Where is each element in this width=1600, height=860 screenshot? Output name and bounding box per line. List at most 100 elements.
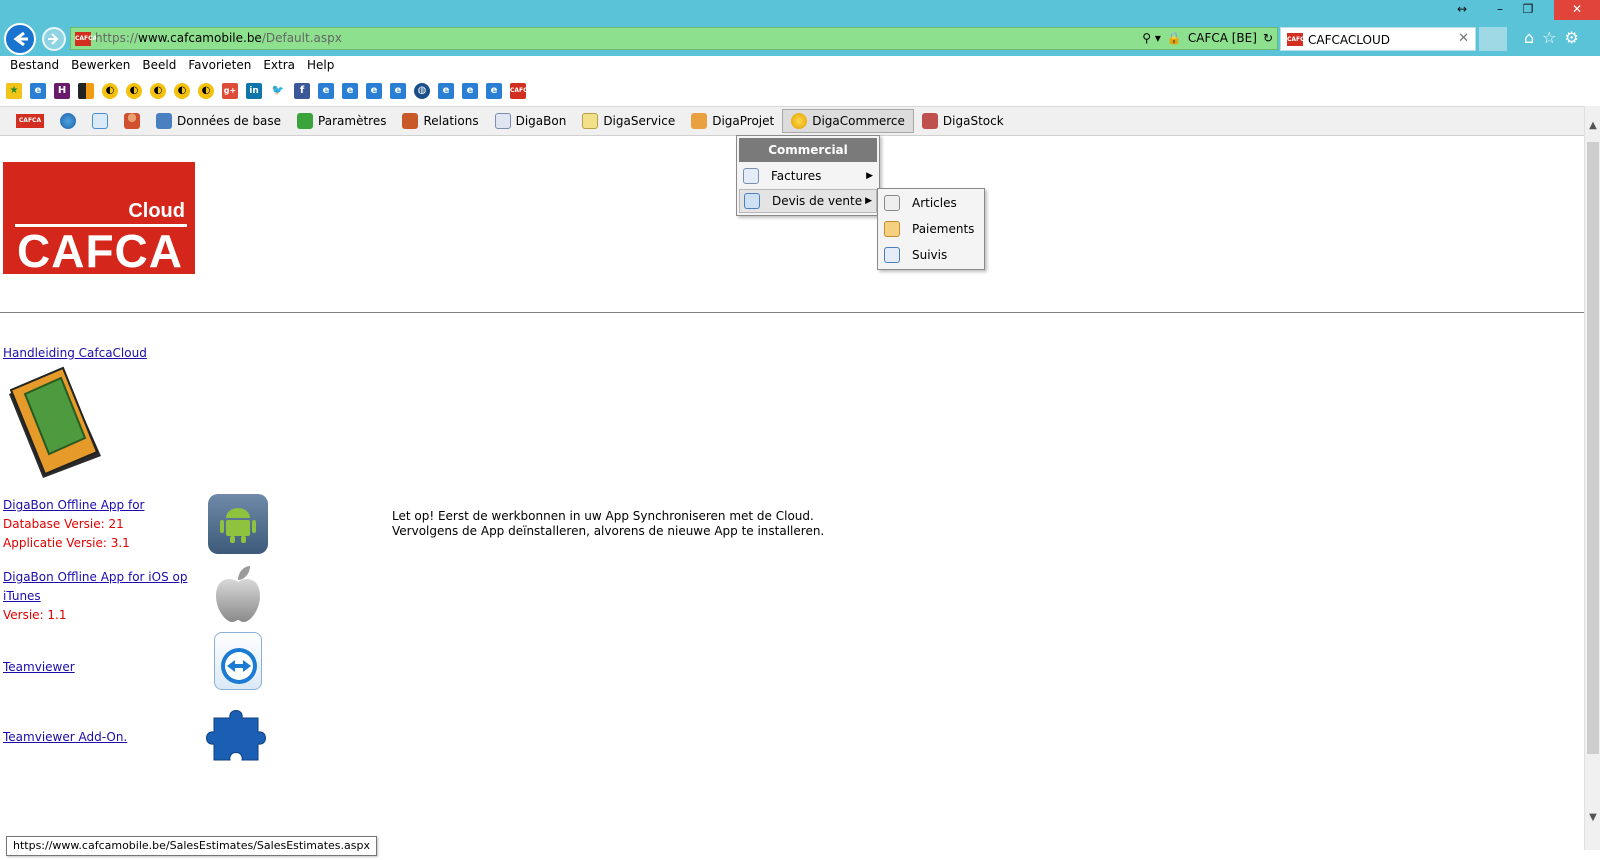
resize-icon[interactable]: ↔ [1448, 0, 1476, 20]
devis-submenu: Articles Paiements Suivis [877, 188, 985, 270]
scroll-up-icon[interactable]: ▲ [1585, 118, 1600, 134]
lock-icon: 🔒 [1166, 31, 1182, 45]
android-app-link[interactable]: DigaBon Offline App for [3, 498, 144, 512]
teamviewer-link[interactable]: Teamviewer [3, 660, 75, 674]
sync-icon [92, 113, 108, 129]
document-icon [494, 113, 511, 129]
menu-digaprojet[interactable]: DigaProjet [683, 109, 782, 133]
ios-app-link[interactable]: DigaBon Offline App for iOS op [3, 570, 187, 584]
scroll-down-icon[interactable]: ▼ [1585, 810, 1600, 826]
ie-page-icon[interactable]: e [366, 83, 382, 99]
refresh-icon[interactable]: ↻ [1263, 31, 1273, 45]
menu-item-devis-de-vente[interactable]: Devis de vente ▶ [739, 189, 877, 213]
browser-menubar: Bestand Bewerken Beeld Favorieten Extra … [0, 56, 1600, 78]
vertical-scrollbar[interactable]: ▲ ▼ [1584, 106, 1600, 850]
globe-button[interactable] [52, 109, 84, 133]
speed-icon[interactable]: ◐ [174, 83, 190, 99]
dropdown-header: Commercial [739, 138, 877, 162]
menu-parametres[interactable]: Paramètres [289, 109, 394, 133]
apple-icon[interactable] [212, 564, 264, 624]
star-icon[interactable]: ☆ [1542, 28, 1556, 47]
checklist-icon [884, 247, 900, 263]
speed-icon[interactable]: ◐ [126, 83, 142, 99]
address-bar[interactable]: CAFCA https://www.cafcamobile.be/Default… [70, 27, 1278, 50]
ie-page-icon[interactable]: e [318, 83, 334, 99]
chevron-right-icon: ▶ [865, 196, 872, 206]
close-button[interactable]: ✕ [1554, 0, 1600, 20]
menu-item-label: Paiements [912, 222, 975, 236]
ie-page-icon[interactable]: e [390, 83, 406, 99]
teamviewer-icon[interactable] [214, 632, 262, 690]
globe-icon[interactable]: ◍ [414, 83, 430, 99]
menu-bestand[interactable]: Bestand [4, 56, 65, 78]
logo-name-text: CAFCA [17, 225, 183, 277]
scroll-thumb[interactable] [1587, 142, 1599, 754]
menu-donnees-de-base[interactable]: Données de base [148, 109, 289, 133]
h-icon[interactable]: H [54, 83, 70, 99]
cafca-fav-icon[interactable]: CAFCA [510, 83, 532, 99]
minimize-button[interactable]: – [1486, 0, 1514, 20]
android-icon[interactable] [208, 494, 268, 554]
search-icon[interactable]: ⚲ ▾ [1142, 31, 1161, 45]
ie-page-icon[interactable]: e [438, 83, 454, 99]
notice-line-2: Vervolgens de App deïnstalleren, alvoren… [392, 524, 825, 538]
book-icon[interactable] [3, 366, 103, 478]
back-button[interactable] [4, 23, 36, 55]
notice-line-1: Let op! Eerst de werkbonnen in uw App Sy… [392, 509, 814, 523]
ie-page-icon[interactable]: e [30, 83, 46, 99]
manual-link[interactable]: Handleiding CafcaCloud [3, 346, 147, 360]
forward-button[interactable] [42, 27, 66, 51]
user-button[interactable] [116, 109, 148, 133]
itunes-link[interactable]: iTunes [3, 589, 41, 603]
puzzle-icon[interactable] [206, 704, 268, 764]
ie-page-icon[interactable]: e [462, 83, 478, 99]
menu-label: DigaCommerce [812, 114, 905, 128]
ie-page-icon[interactable]: e [486, 83, 502, 99]
menu-beeld[interactable]: Beeld [136, 56, 182, 78]
speed-icon[interactable]: ◐ [150, 83, 166, 99]
home-icon[interactable]: ⌂ [1524, 28, 1534, 47]
coin-icon [791, 113, 808, 129]
twitter-icon[interactable]: 🐦 [270, 83, 286, 99]
menu-digabon[interactable]: DigaBon [487, 109, 575, 133]
google-plus-icon[interactable]: g+ [222, 83, 238, 99]
favorites-star-icon[interactable]: ★ [6, 83, 22, 99]
address-url[interactable]: https://www.cafcamobile.be/Default.aspx [95, 31, 342, 45]
ios-section: DigaBon Offline App for iOS op iTunes Ve… [3, 568, 187, 625]
teamviewer-addon-link[interactable]: Teamviewer Add-On. [3, 730, 127, 744]
submenu-item-articles[interactable]: Articles [880, 191, 982, 215]
submenu-item-paiements[interactable]: Paiements [880, 217, 982, 241]
restore-button[interactable]: ❐ [1514, 0, 1542, 20]
app-menubar: CAFCA Données de base Paramètres Relatio… [0, 106, 1584, 136]
new-tab-button[interactable] [1479, 27, 1507, 51]
menu-digacommerce[interactable]: DigaCommerce [782, 109, 914, 133]
linkedin-icon[interactable]: in [246, 83, 262, 99]
sync-button[interactable] [84, 109, 116, 133]
menu-extra[interactable]: Extra [257, 56, 301, 78]
logo-cloud-text: Cloud [128, 200, 185, 222]
menu-bewerken[interactable]: Bewerken [65, 56, 136, 78]
facebook-icon[interactable]: f [294, 83, 310, 99]
submenu-item-suivis[interactable]: Suivis [880, 243, 982, 267]
chevron-right-icon: ▶ [866, 171, 873, 181]
speed-icon[interactable]: ◐ [102, 83, 118, 99]
ios-version: Versie: 1.1 [3, 608, 67, 622]
speed-icon[interactable]: ◐ [198, 83, 214, 99]
menu-digastock[interactable]: DigaStock [914, 109, 1012, 133]
arrow-right-icon [48, 33, 59, 45]
menu-item-factures[interactable]: Factures ▶ [739, 164, 877, 188]
cafca-home-button[interactable]: CAFCA [8, 109, 52, 133]
android-section: DigaBon Offline App for Database Versie:… [3, 496, 144, 553]
ie-page-icon[interactable]: e [342, 83, 358, 99]
horizontal-rule [0, 312, 1584, 313]
gear-icon[interactable]: ⚙ [1565, 28, 1579, 47]
site-identity[interactable]: CAFCA [BE] [1188, 31, 1257, 45]
menu-favorieten[interactable]: Favorieten [182, 56, 257, 78]
menu-relations[interactable]: Relations [394, 109, 486, 133]
menu-digaservice[interactable]: DigaService [574, 109, 683, 133]
teamviewer-addon-section: Teamviewer Add-On. [3, 728, 127, 747]
menu-help[interactable]: Help [301, 56, 340, 78]
tab-cafcacloud[interactable]: CAFCA CAFCACLOUD ✕ [1280, 27, 1476, 51]
bookmark-icon[interactable] [78, 83, 94, 99]
tab-close-icon[interactable]: ✕ [1458, 31, 1469, 46]
